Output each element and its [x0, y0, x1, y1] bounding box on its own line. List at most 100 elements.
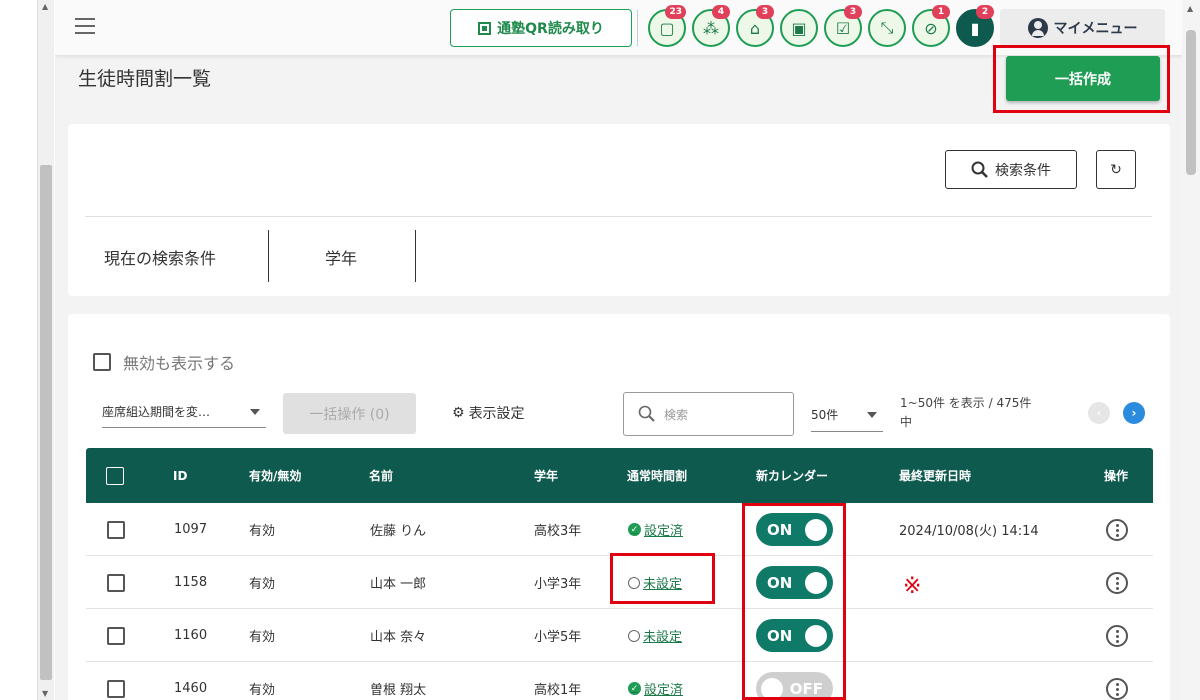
row-name: 山本 一郎	[370, 577, 427, 592]
scrollbar-thumb[interactable]	[40, 165, 52, 680]
prev-page-button[interactable]: ‹	[1088, 402, 1110, 424]
bulk-operation-button[interactable]: 一括操作 (0)	[283, 393, 416, 434]
row-timetable-cell[interactable]: ✓ 設定済	[628, 662, 683, 700]
scroll-up-arrow-icon[interactable]: ▲	[1187, 4, 1193, 13]
group-icon[interactable]: ⁂ 4	[692, 5, 730, 47]
scrollbar-thumb[interactable]	[1186, 30, 1196, 175]
more-vert-icon[interactable]	[1106, 571, 1128, 594]
row-checkbox[interactable]	[107, 679, 125, 698]
check-circle-icon: ✓	[628, 682, 641, 695]
row-active: 有効	[249, 577, 276, 592]
row-ops-cell[interactable]	[1106, 609, 1128, 662]
pagination-info: 1~50件 を表示 / 475件 中	[900, 394, 1050, 432]
select-all-cell[interactable]	[106, 448, 124, 503]
chevron-down-icon	[250, 408, 260, 415]
search-conditions-button[interactable]: 検索条件	[945, 150, 1077, 189]
row-grade: 高校3年	[534, 524, 582, 539]
show-invalid-option[interactable]: 無効も表示する	[93, 350, 235, 374]
refresh-button[interactable]: ↻	[1096, 150, 1136, 189]
check-circle-icon: ✓	[628, 523, 641, 536]
row-grade: 小学3年	[534, 577, 582, 592]
note-mark: ※	[903, 574, 922, 599]
scroll-down-arrow-icon[interactable]: ▼	[42, 689, 48, 698]
right-scrollbar[interactable]: ▲	[1182, 0, 1200, 700]
table-row: 1160 有効 山本 奈々 小学5年 未設定 ON	[86, 609, 1153, 662]
column-header-name[interactable]: 名前	[369, 448, 393, 503]
row-checkbox[interactable]	[107, 573, 125, 592]
display-settings-button[interactable]: ⚙ 表示設定	[452, 403, 525, 423]
column-header-new-calendar[interactable]: 新カレンダー	[756, 448, 828, 503]
location-off-icon[interactable]: ⊘ 1	[912, 5, 950, 47]
column-header-grade[interactable]: 学年	[534, 448, 558, 503]
period-select-value: 座席組込期間を変…	[102, 405, 211, 419]
row-checkbox[interactable]	[107, 626, 125, 645]
row-select-cell[interactable]	[107, 556, 125, 609]
display-settings-label: 表示設定	[468, 406, 525, 422]
row-ops-cell[interactable]	[1106, 556, 1128, 609]
column-header-updated[interactable]: 最終更新日時	[899, 448, 971, 503]
row-name: 曽根 翔太	[370, 683, 427, 698]
column-header-id[interactable]: ID	[173, 448, 187, 503]
message-icon[interactable]: ▮ 2	[956, 5, 994, 47]
timetable-status-label: 設定済	[644, 524, 684, 539]
qr-code-icon	[478, 21, 492, 35]
row-updated: 2024/10/08(火) 14:14	[899, 524, 1039, 539]
my-menu-button[interactable]: マイメニュー	[1000, 9, 1165, 47]
school-icon[interactable]: ⌂ 3	[736, 5, 774, 47]
row-timetable-cell[interactable]: ✓ 設定済	[628, 503, 683, 556]
column-header-active[interactable]: 有効/無効	[249, 448, 301, 503]
row-grade: 小学5年	[534, 630, 582, 645]
notification-badge: 3	[844, 5, 862, 19]
page-title: 生徒時間割一覧	[78, 68, 212, 90]
timetable-status-link[interactable]: ✓ 設定済	[628, 520, 683, 539]
gift-icon[interactable]: ▣	[780, 9, 818, 47]
timetable-status-link[interactable]: ✓ 設定済	[628, 679, 683, 698]
scroll-up-arrow-icon[interactable]: ▲	[42, 2, 48, 11]
row-ops-cell[interactable]	[1106, 503, 1128, 556]
condition-separator	[268, 230, 269, 282]
notification-badge: 1	[932, 5, 950, 19]
show-invalid-checkbox[interactable]	[93, 353, 111, 371]
search-icon	[638, 405, 655, 422]
gear-icon: ⚙	[452, 405, 465, 421]
hamburger-menu-icon[interactable]	[75, 18, 97, 36]
left-scrollbar[interactable]: ▲ ▼	[38, 0, 54, 700]
table-row: 1097 有効 佐藤 りん 高校3年 ✓ 設定済 ON 2024/10/08(火…	[86, 503, 1153, 556]
column-header-timetable[interactable]: 通常時間割	[627, 448, 687, 503]
timetable-status-link[interactable]: 未設定	[628, 626, 682, 645]
notification-badge: 4	[712, 5, 730, 19]
more-vert-icon[interactable]	[1106, 624, 1128, 647]
search-icon	[971, 161, 988, 178]
row-select-cell[interactable]	[107, 609, 125, 662]
row-select-cell[interactable]	[107, 662, 125, 700]
more-vert-icon[interactable]	[1106, 677, 1128, 700]
period-select[interactable]: 座席組込期間を変…	[102, 396, 266, 428]
chat-icon[interactable]: ▢ 23	[648, 5, 686, 47]
browser-left-panel	[0, 0, 38, 700]
checklist-icon[interactable]: ☑ 3	[824, 5, 862, 47]
qr-scan-label: 通塾QR読み取り	[497, 21, 604, 37]
shrink-arrows-icon[interactable]: ⤡	[868, 9, 906, 47]
notification-badge: 2	[976, 5, 994, 19]
row-timetable-cell[interactable]: 未設定	[628, 609, 682, 662]
search-placeholder: 検索	[664, 407, 689, 422]
search-input[interactable]: 検索	[623, 392, 794, 436]
qr-scan-button[interactable]: 通塾QR読み取り	[450, 9, 632, 47]
row-id: 1097	[174, 522, 208, 537]
row-checkbox[interactable]	[107, 520, 125, 539]
more-vert-icon[interactable]	[1106, 518, 1128, 541]
my-menu-label: マイメニュー	[1053, 21, 1138, 37]
row-id: 1158	[174, 575, 208, 590]
select-all-checkbox[interactable]	[106, 466, 124, 485]
bulk-create-button[interactable]: 一括作成	[1006, 56, 1160, 101]
row-ops-cell[interactable]	[1106, 662, 1128, 700]
row-active: 有効	[249, 683, 276, 698]
condition-grade-chip: 学年	[325, 249, 358, 268]
column-header-ops: 操作	[1104, 469, 1129, 483]
row-select-cell[interactable]	[107, 503, 125, 556]
per-page-select[interactable]: 50件	[811, 398, 883, 432]
next-page-button[interactable]: ›	[1123, 402, 1145, 424]
notification-badge: 3	[756, 5, 774, 19]
timetable-status-label: 設定済	[644, 683, 684, 698]
show-invalid-label: 無効も表示する	[123, 354, 236, 373]
